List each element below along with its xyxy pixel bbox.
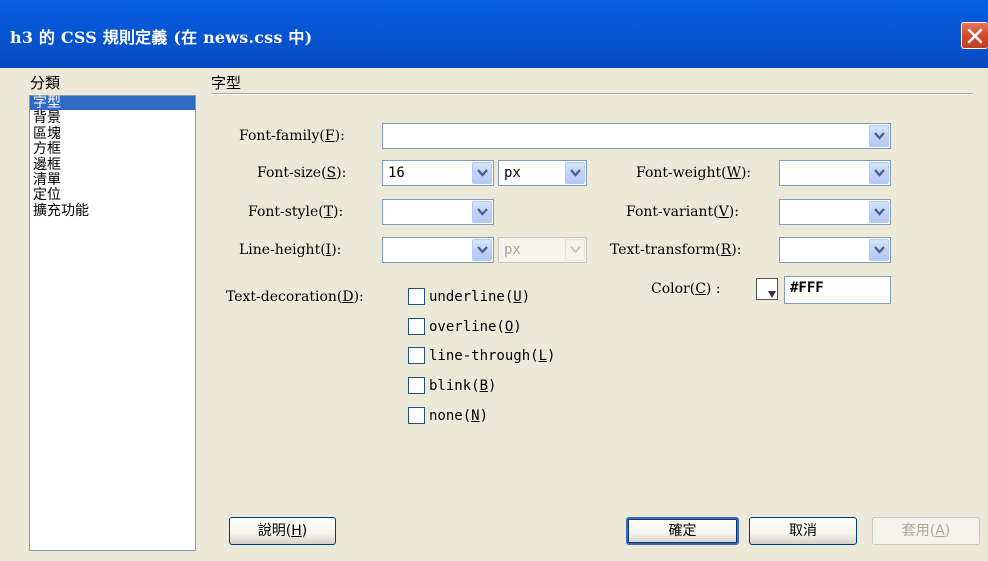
font-weight-label: Font-weight(W): xyxy=(636,165,752,181)
line-through-checkbox[interactable] xyxy=(408,347,425,364)
line-height-unit-dropdown-button xyxy=(565,239,585,261)
font-style-dropdown-button[interactable] xyxy=(472,201,492,223)
font-variant-dropdown-button[interactable] xyxy=(869,201,889,223)
line-height-select[interactable] xyxy=(382,237,494,263)
css-rule-dialog: 分類 字型 背景 區塊 方框 邊框 清單 定位 擴充功能 字型 Font-fam… xyxy=(0,68,988,561)
chevron-down-icon xyxy=(477,169,488,177)
category-item-extensions[interactable]: 擴充功能 xyxy=(30,204,195,218)
category-header: 分類 xyxy=(30,74,61,92)
color-input[interactable]: #FFF xyxy=(784,276,891,304)
blink-checkbox-label: blink(B) xyxy=(429,378,497,394)
section-title: 字型 xyxy=(211,74,242,92)
line-height-unit-select: px xyxy=(498,237,587,263)
font-family-label: Font-family(F): xyxy=(239,128,345,144)
help-button[interactable]: 說明(H) xyxy=(229,517,336,545)
category-item-block[interactable]: 區塊 xyxy=(30,127,195,141)
close-icon xyxy=(967,28,983,44)
cancel-button[interactable]: 取消 xyxy=(749,517,857,545)
category-item-box[interactable]: 方框 xyxy=(30,142,195,156)
none-checkbox[interactable] xyxy=(408,407,425,424)
section-divider xyxy=(211,93,973,95)
font-size-unit-select[interactable]: px xyxy=(498,160,587,186)
chevron-down-icon xyxy=(874,132,885,140)
chevron-down-icon xyxy=(477,208,488,216)
blink-checkbox[interactable] xyxy=(408,377,425,394)
category-list[interactable]: 字型 背景 區塊 方框 邊框 清單 定位 擴充功能 xyxy=(29,95,196,551)
chevron-down-icon xyxy=(874,169,885,177)
font-variant-label: Font-variant(V): xyxy=(626,204,739,220)
underline-checkbox[interactable] xyxy=(408,288,425,305)
overline-checkbox[interactable] xyxy=(408,318,425,335)
font-size-value: 16 xyxy=(388,165,405,181)
category-item-font[interactable]: 字型 xyxy=(30,96,195,110)
color-picker-swatch[interactable] xyxy=(756,278,778,300)
apply-button: 套用(A) xyxy=(872,517,980,545)
font-size-unit-value: px xyxy=(504,165,521,181)
line-height-unit-value: px xyxy=(504,242,521,258)
font-weight-dropdown-button[interactable] xyxy=(869,162,889,184)
font-style-select[interactable] xyxy=(382,199,494,225)
category-item-border[interactable]: 邊框 xyxy=(30,158,195,172)
font-weight-select[interactable] xyxy=(779,160,891,186)
font-size-unit-dropdown-button[interactable] xyxy=(565,162,585,184)
font-style-label: Font-style(T): xyxy=(248,204,344,220)
chevron-down-icon xyxy=(874,208,885,216)
category-item-positioning[interactable]: 定位 xyxy=(30,188,195,202)
font-family-select[interactable] xyxy=(382,123,891,149)
text-decoration-label: Text-decoration(D): xyxy=(226,289,364,305)
chevron-down-icon xyxy=(874,246,885,254)
overline-checkbox-label: overline(O) xyxy=(429,319,522,335)
line-through-checkbox-label: line-through(L) xyxy=(429,348,556,364)
text-transform-select[interactable] xyxy=(779,237,891,263)
color-value: #FFF xyxy=(790,280,824,296)
font-variant-select[interactable] xyxy=(779,199,891,225)
close-button[interactable] xyxy=(961,22,988,49)
font-size-select[interactable]: 16 xyxy=(382,160,494,186)
window-title: h3 的 CSS 規則定義 (在 news.css 中) xyxy=(10,28,313,47)
category-item-background[interactable]: 背景 xyxy=(30,111,195,125)
category-item-list[interactable]: 清單 xyxy=(30,173,195,187)
ok-button[interactable]: 確定 xyxy=(626,517,739,545)
title-bar: h3 的 CSS 規則定義 (在 news.css 中) xyxy=(0,0,988,68)
font-size-label: Font-size(S): xyxy=(257,165,347,181)
underline-checkbox-label: underline(U) xyxy=(429,289,531,305)
chevron-down-icon xyxy=(570,246,581,254)
text-transform-dropdown-button[interactable] xyxy=(869,239,889,261)
font-size-dropdown-button[interactable] xyxy=(472,162,492,184)
text-transform-label: Text-transform(R): xyxy=(610,242,742,258)
font-family-dropdown-button[interactable] xyxy=(869,125,889,147)
line-height-label: Line-height(I): xyxy=(239,242,342,258)
color-label: Color(C) : xyxy=(651,281,721,297)
none-checkbox-label: none(N) xyxy=(429,408,489,424)
chevron-down-icon xyxy=(570,169,581,177)
line-height-dropdown-button[interactable] xyxy=(472,239,492,261)
chevron-down-icon xyxy=(477,246,488,254)
